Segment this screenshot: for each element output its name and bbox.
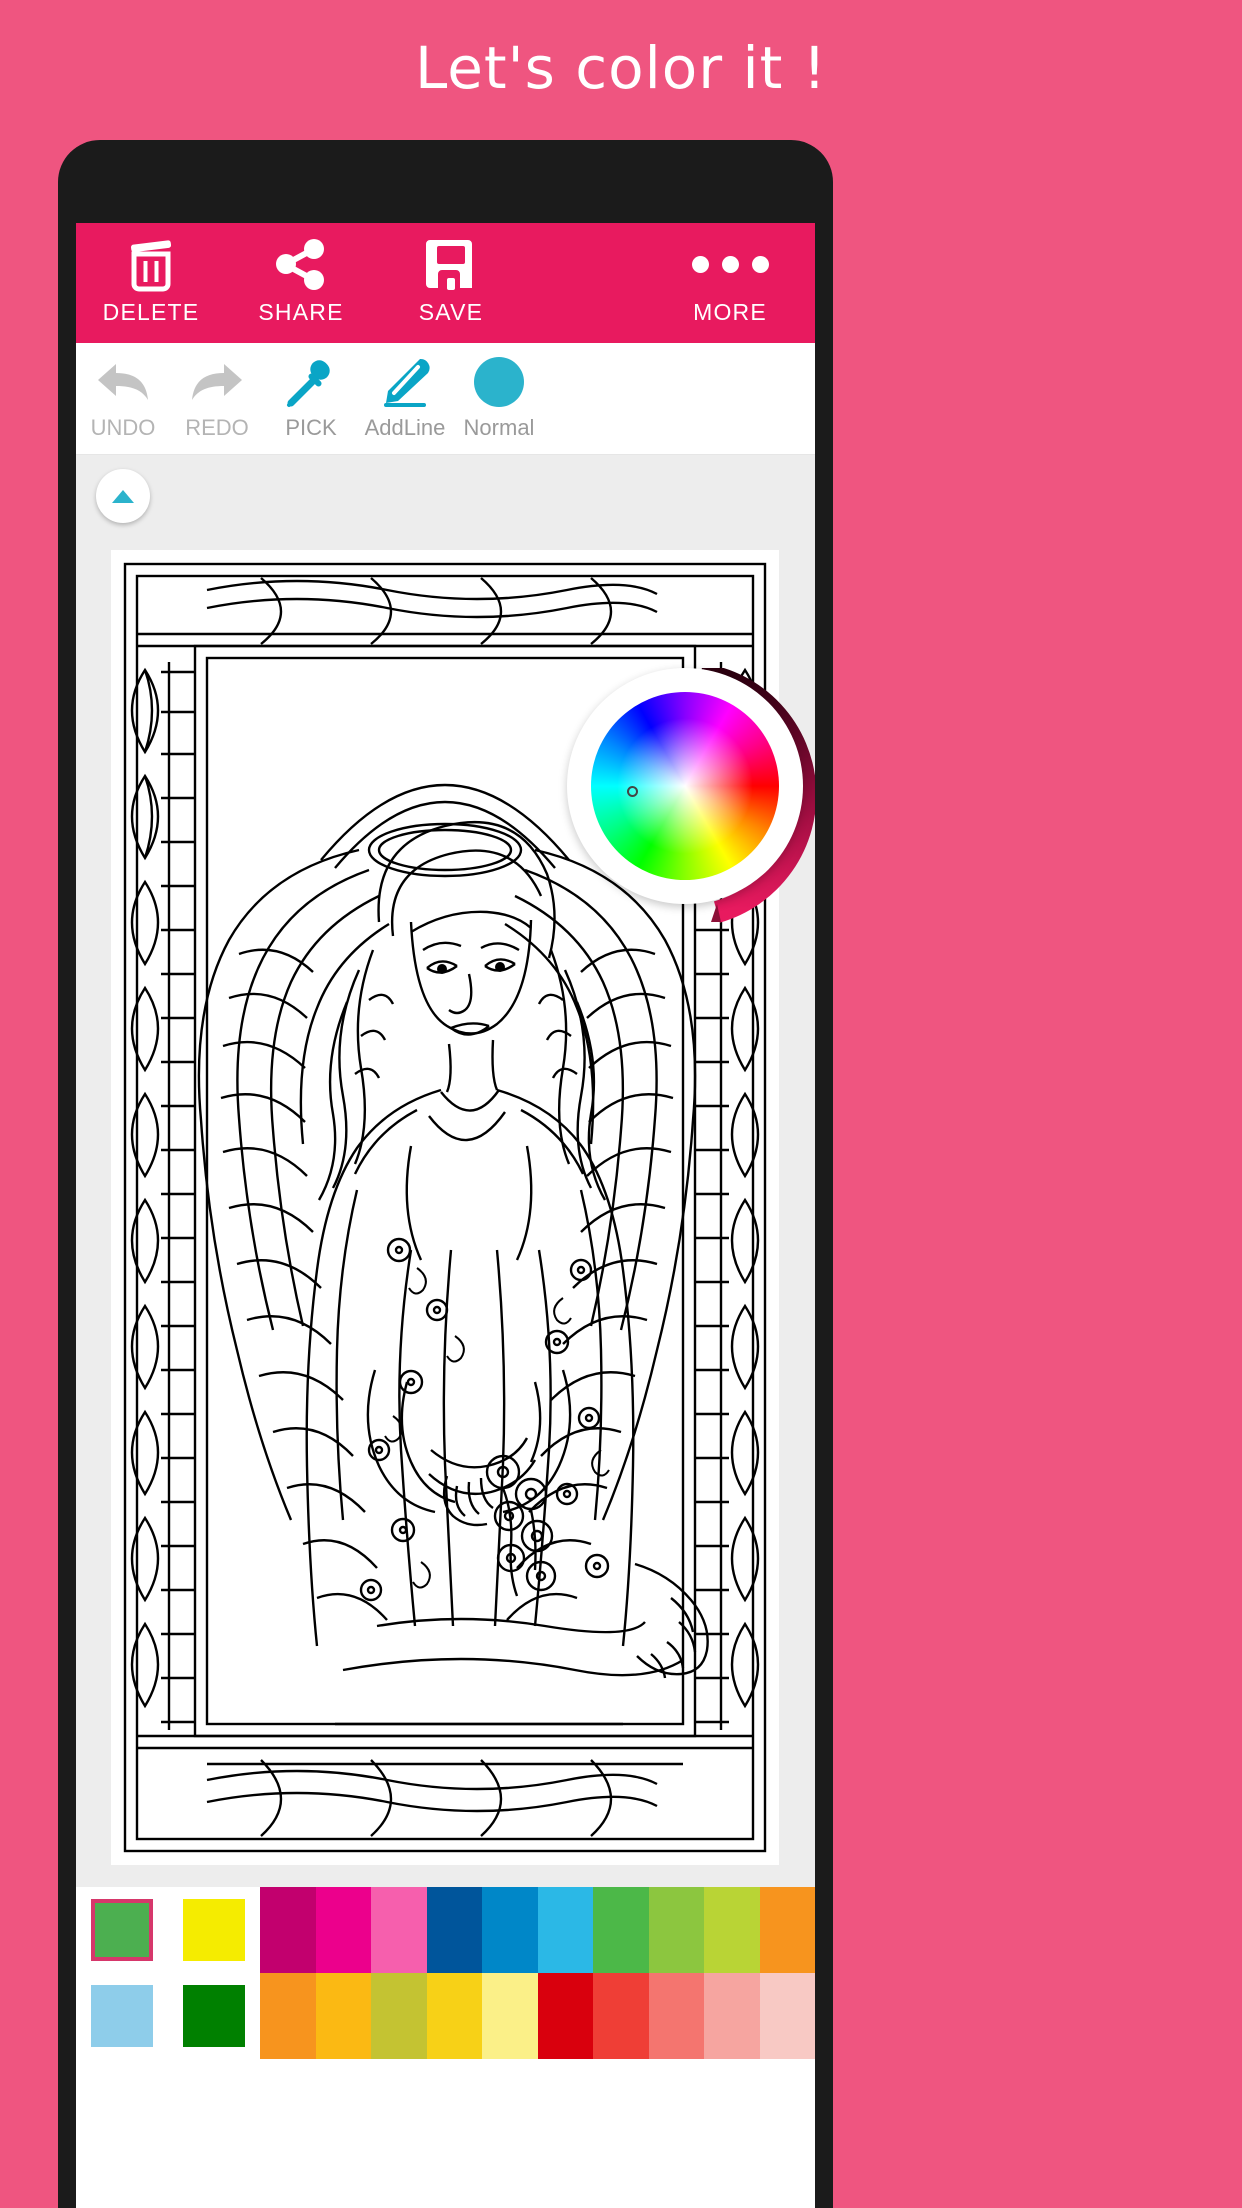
phone-screen: DELETE SHARE SAVE MORE UNDO REDO PICK Ad… <box>76 223 815 2208</box>
share-button[interactable]: SHARE <box>226 223 376 326</box>
palette-swatch[interactable] <box>315 1887 371 1973</box>
delete-button[interactable]: DELETE <box>76 223 226 326</box>
palette-swatch[interactable] <box>593 1973 649 2059</box>
pick-button[interactable]: PICK <box>264 343 358 441</box>
hue-saturation-wheel[interactable] <box>591 692 779 880</box>
secondary-color-swatch[interactable] <box>168 1887 260 1973</box>
palette-swatch[interactable] <box>315 1973 371 2059</box>
palette-row-1 <box>76 1887 815 1973</box>
current-color-swatch[interactable] <box>76 1887 168 1973</box>
palette-swatch[interactable] <box>648 1973 704 2059</box>
eyedropper-icon <box>264 351 358 413</box>
more-button[interactable]: MORE <box>645 223 815 326</box>
blend-mode-label: Normal <box>463 415 535 440</box>
more-dots-icon <box>645 235 815 293</box>
page-title: Let's color it ! <box>414 34 828 102</box>
coloring-canvas-area[interactable] <box>76 455 815 1887</box>
undo-button[interactable]: UNDO <box>76 343 170 441</box>
action-bar: DELETE SHARE SAVE MORE <box>76 223 815 343</box>
palette-swatch[interactable] <box>426 1887 482 1973</box>
color-wheel-card[interactable] <box>567 668 803 904</box>
trash-icon <box>76 235 226 293</box>
palette-swatch[interactable] <box>759 1973 815 2059</box>
palette-swatch[interactable] <box>371 1973 427 2059</box>
palette-swatch[interactable] <box>537 1887 593 1973</box>
save-label: SAVE <box>418 299 484 325</box>
palette-swatch[interactable] <box>260 1973 316 2059</box>
palette-swatch[interactable] <box>704 1973 760 2059</box>
palette-row-2 <box>76 1973 815 2059</box>
phone-frame: DELETE SHARE SAVE MORE UNDO REDO PICK Ad… <box>58 140 833 2208</box>
blend-mode-button[interactable]: Normal <box>452 343 546 441</box>
palette-swatch[interactable] <box>482 1973 538 2059</box>
palette-swatch[interactable] <box>759 1887 815 1973</box>
more-label: MORE <box>693 299 767 325</box>
color-wheel-marker[interactable] <box>627 786 638 797</box>
chevron-up-icon <box>112 489 134 503</box>
recent-color-swatch-2[interactable] <box>168 1973 260 2059</box>
save-button[interactable]: SAVE <box>376 223 526 326</box>
floppy-disk-icon <box>376 235 526 293</box>
collapse-toolbar-button[interactable] <box>96 469 150 523</box>
addline-label: AddLine <box>364 415 446 440</box>
palette-swatch[interactable] <box>482 1887 538 1973</box>
pencil-icon <box>358 351 452 413</box>
palette-swatch[interactable] <box>648 1887 704 1973</box>
redo-label: REDO <box>185 415 249 440</box>
redo-button[interactable]: REDO <box>170 343 264 441</box>
undo-arrow-icon <box>76 351 170 413</box>
palette-swatch[interactable] <box>371 1887 427 1973</box>
palette-swatch[interactable] <box>593 1887 649 1973</box>
palette-swatch[interactable] <box>537 1973 593 2059</box>
pick-label: PICK <box>285 415 337 440</box>
palette-swatch[interactable] <box>704 1887 760 1973</box>
addline-button[interactable]: AddLine <box>358 343 452 441</box>
color-palette[interactable] <box>76 1887 815 2059</box>
palette-swatch[interactable] <box>260 1887 316 1973</box>
share-nodes-icon <box>226 235 376 293</box>
delete-label: DELETE <box>102 299 200 325</box>
share-label: SHARE <box>258 299 344 325</box>
palette-swatch[interactable] <box>426 1973 482 2059</box>
tool-bar: UNDO REDO PICK AddLine Normal <box>76 343 815 455</box>
redo-arrow-icon <box>170 351 264 413</box>
brush-mode-circle-icon <box>452 351 546 413</box>
undo-label: UNDO <box>90 415 156 440</box>
color-wheel-popup[interactable] <box>567 668 815 930</box>
recent-color-swatch-1[interactable] <box>76 1973 168 2059</box>
